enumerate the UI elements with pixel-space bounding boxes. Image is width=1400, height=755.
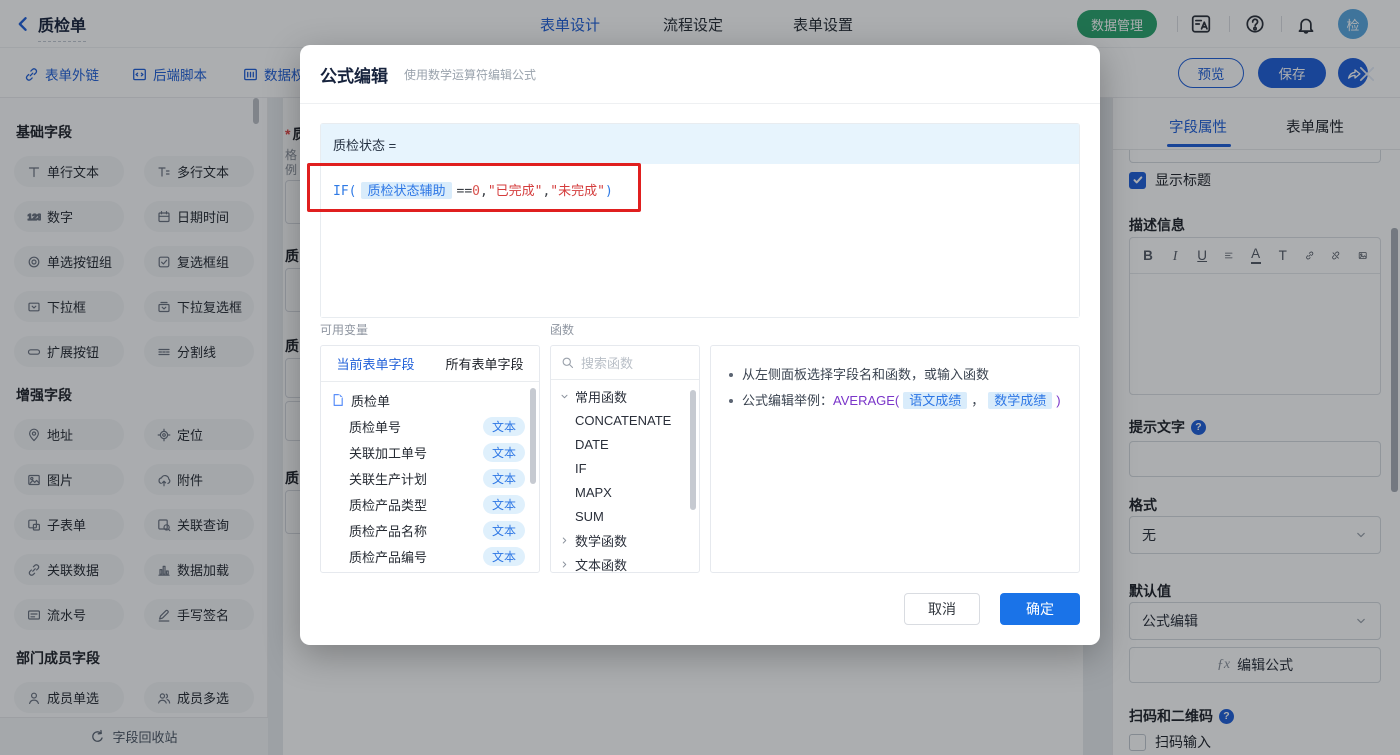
variables-label: 可用变量 — [320, 323, 369, 337]
field-type-badge: 文本 — [482, 442, 525, 462]
help-tip-2: 公式编辑举例：AVERAGE(语文成绩，数学成绩) — [727, 388, 1063, 414]
functions-scrollbar[interactable] — [690, 390, 696, 510]
formula-token[interactable]: ) — [605, 184, 613, 199]
functions-panel: 搜索函数 常用函数 CONCATENATE DATE IF MAPX SUM 数学函数 … — [550, 345, 700, 573]
formula-help-panel: 从左侧面板选择字段名和函数，或输入函数 公式编辑举例：AVERAGE(语文成绩，… — [710, 345, 1080, 573]
variables-scrollbar[interactable] — [530, 388, 536, 484]
variable-row[interactable]: 关联生产计划 文本 — [321, 465, 539, 491]
cancel-button[interactable]: 取消 — [904, 593, 980, 625]
chevron-right-icon — [559, 535, 570, 546]
example-field-chip: 语文成绩 — [903, 392, 968, 409]
function-group-math[interactable]: 数学函数 — [551, 528, 699, 552]
function-item[interactable]: IF — [551, 456, 699, 480]
formula-token[interactable]: IF( — [333, 184, 356, 199]
confirm-button[interactable]: 确定 — [1000, 593, 1080, 625]
close-icon[interactable] — [1358, 65, 1376, 83]
function-search[interactable]: 搜索函数 — [551, 346, 699, 380]
formula-token[interactable]: 0 — [472, 184, 480, 199]
function-group-text[interactable]: 文本函数 — [551, 552, 699, 572]
function-item[interactable]: MAPX — [551, 480, 699, 504]
variable-row[interactable]: 质检单号 文本 — [321, 413, 539, 439]
file-icon — [331, 393, 345, 407]
formula-target: 质检状态 = — [321, 124, 1079, 164]
field-type-badge: 文本 — [482, 416, 525, 436]
search-placeholder: 搜索函数 — [581, 356, 634, 371]
search-icon — [561, 356, 574, 369]
bullet-icon — [729, 373, 733, 377]
variable-row[interactable]: 关联加工单号 文本 — [321, 439, 539, 465]
dialog-header: 公式编辑 使用数学运算符编辑公式 — [300, 45, 1100, 104]
variables-panel: 当前表单字段 所有表单字段 质检单 质检单号 文本 关联加工单号 文本 关联生产… — [320, 345, 540, 573]
bullet-icon — [729, 399, 733, 403]
formula-token[interactable]: == — [457, 184, 473, 199]
formula-edit-dialog: 公式编辑 使用数学运算符编辑公式 质检状态 = IF( 质检状态辅助 ==0,"已完… — [300, 45, 1100, 645]
formula-token[interactable]: "已完成" — [488, 184, 543, 199]
formula-token[interactable]: 质检状态辅助 — [361, 182, 452, 199]
function-list: CONCATENATE DATE IF MAPX SUM — [551, 408, 699, 528]
dialog-subtitle: 使用数学运算符编辑公式 — [404, 67, 537, 82]
chevron-right-icon — [559, 559, 570, 570]
example-function-name: AVERAGE( — [833, 393, 900, 408]
formula-token[interactable]: , — [480, 184, 488, 199]
variable-row[interactable]: 质检产品编号 文本 — [321, 543, 539, 569]
variables-tabs: 当前表单字段 所有表单字段 — [321, 346, 539, 382]
chevron-down-icon — [559, 391, 570, 402]
function-item[interactable]: SUM — [551, 504, 699, 528]
field-type-badge: 文本 — [482, 468, 525, 488]
functions-label: 函数 — [550, 323, 575, 337]
tab-current-form-fields[interactable]: 当前表单字段 — [321, 354, 430, 373]
variables-list: 质检单号 文本 关联加工单号 文本 关联生产计划 文本 质检产品类型 文本 质检 — [321, 413, 539, 569]
variable-row[interactable]: 质检产品类型 文本 — [321, 491, 539, 517]
variable-row-partial[interactable]: ·· — [321, 569, 539, 572]
formula-token[interactable]: "未完成" — [550, 184, 605, 199]
variable-row[interactable]: 质检产品名称 文本 — [321, 517, 539, 543]
dialog-title: 公式编辑 — [320, 66, 388, 86]
function-item[interactable]: DATE — [551, 432, 699, 456]
field-type-badge: 文本 — [482, 520, 525, 540]
formula-editor: 质检状态 = IF(质检状态辅助 ==0,"已完成","未完成") — [320, 123, 1080, 318]
tab-all-form-fields[interactable]: 所有表单字段 — [430, 354, 539, 373]
field-type-badge: 文本 — [482, 546, 525, 566]
variables-tree-root[interactable]: 质检单 — [321, 387, 539, 413]
field-type-badge: 文本 — [482, 494, 525, 514]
formula-input-area[interactable]: IF(质检状态辅助 ==0,"已完成","未完成") — [321, 164, 1079, 317]
example-field-chip: 数学成绩 — [988, 392, 1053, 409]
function-group-common[interactable]: 常用函数 — [551, 384, 699, 408]
help-tip-1: 从左侧面板选择字段名和函数，或输入函数 — [727, 362, 1063, 388]
function-item[interactable]: CONCATENATE — [551, 408, 699, 432]
